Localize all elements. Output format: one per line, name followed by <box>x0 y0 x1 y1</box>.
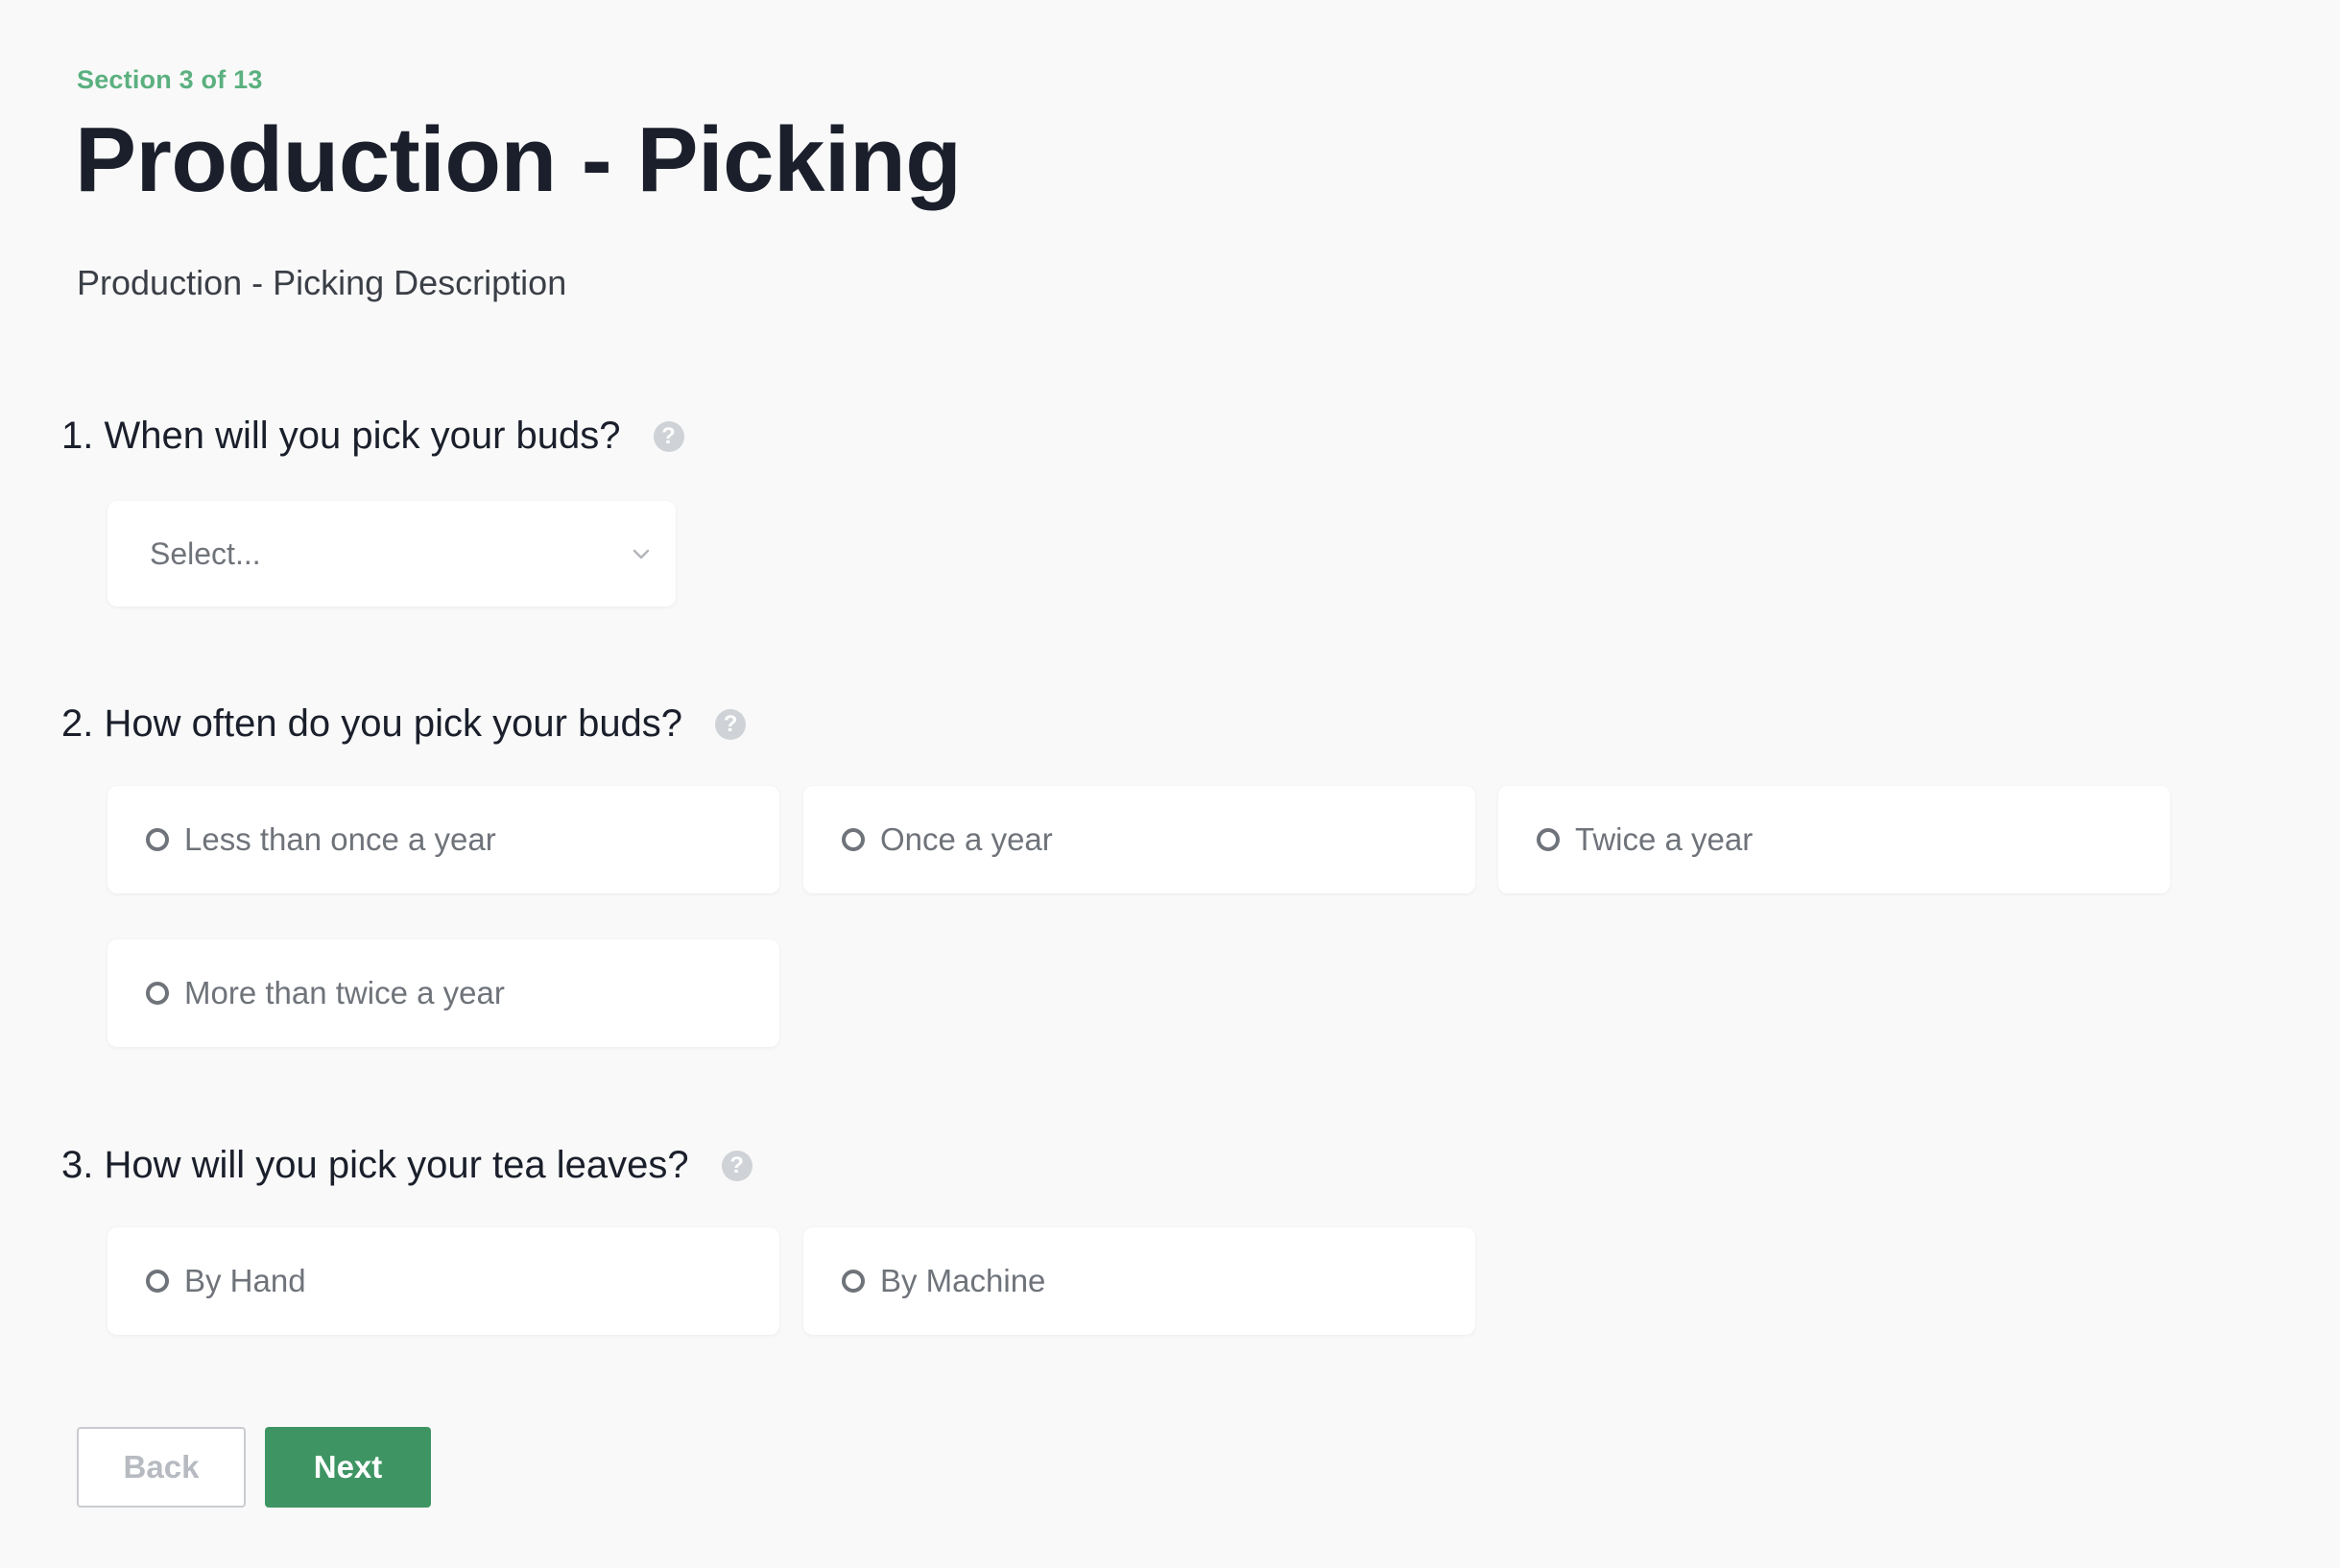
radio-button-icon[interactable] <box>146 982 169 1005</box>
radio-button-icon[interactable] <box>146 1270 169 1293</box>
picking-method-option[interactable]: By Hand <box>107 1227 779 1335</box>
select-placeholder: Select... <box>150 535 261 571</box>
option-label: By Hand <box>184 1263 306 1298</box>
question-3: 3. How will you pick your tea leaves? ? <box>61 1144 752 1187</box>
question-1: 1. When will you pick your buds? ? <box>61 415 684 458</box>
page-title: Production - Picking <box>75 108 962 211</box>
option-label: Less than once a year <box>184 821 496 857</box>
radio-button-icon[interactable] <box>842 828 865 851</box>
frequency-option[interactable]: Once a year <box>803 786 1475 893</box>
option-label: By Machine <box>880 1263 1046 1298</box>
picking-method-option[interactable]: By Machine <box>803 1227 1475 1335</box>
question-help-icon[interactable]: ? <box>715 708 747 740</box>
question-3-label: 3. How will you pick your tea leaves? <box>61 1144 689 1186</box>
option-label: Once a year <box>880 821 1053 857</box>
chevron-down-icon <box>633 549 650 559</box>
option-label: Twice a year <box>1575 821 1754 857</box>
radio-button-icon[interactable] <box>842 1270 865 1293</box>
question-help-icon[interactable]: ? <box>653 420 684 452</box>
pick-time-select[interactable]: Select... <box>107 501 676 606</box>
question-help-icon[interactable]: ? <box>721 1150 752 1181</box>
frequency-option[interactable]: Less than once a year <box>107 786 779 893</box>
question-2-label: 2. How often do you pick your buds? <box>61 702 683 745</box>
question-1-label: 1. When will you pick your buds? <box>61 415 621 457</box>
section-progress-label: Section 3 of 13 <box>77 65 263 94</box>
frequency-option[interactable]: More than twice a year <box>107 939 779 1047</box>
option-label: More than twice a year <box>184 975 505 1010</box>
back-button[interactable]: Back <box>77 1427 246 1508</box>
next-button[interactable]: Next <box>265 1427 431 1508</box>
page-description: Production - Picking Description <box>77 263 567 302</box>
form-page: Section 3 of 13 Production - Picking Pro… <box>0 0 2340 1568</box>
frequency-option[interactable]: Twice a year <box>1498 786 2170 893</box>
radio-button-icon[interactable] <box>146 828 169 851</box>
radio-button-icon[interactable] <box>1537 828 1560 851</box>
question-2: 2. How often do you pick your buds? ? <box>61 702 747 746</box>
